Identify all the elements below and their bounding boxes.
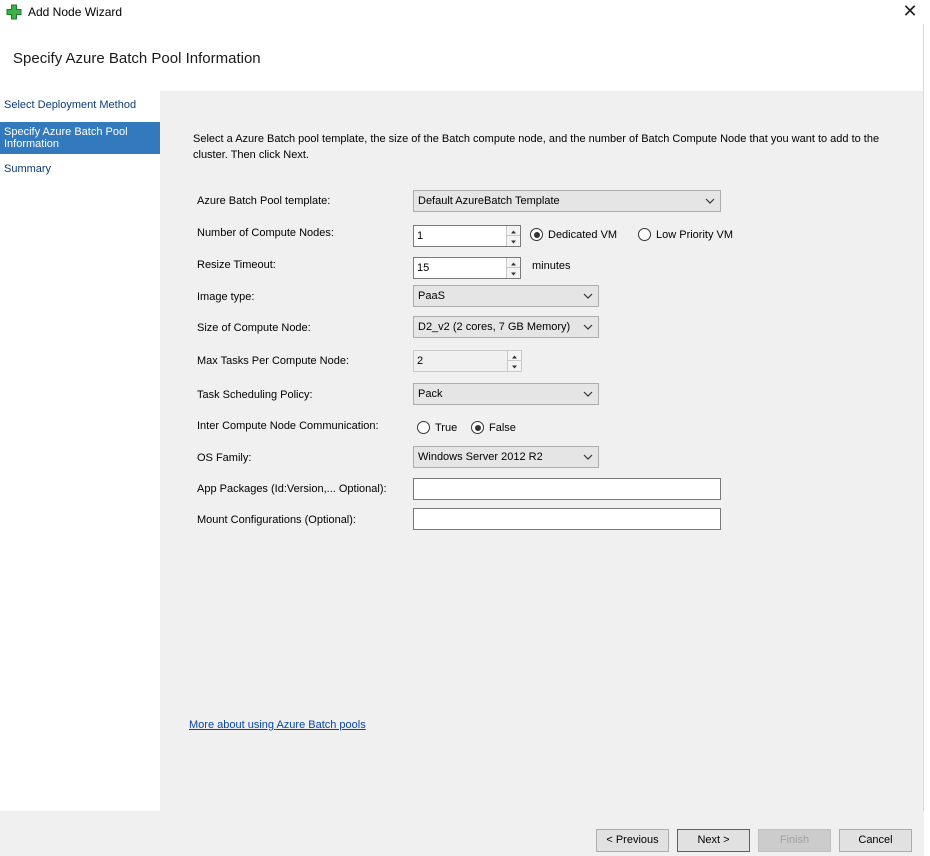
cancel-button[interactable]: Cancel bbox=[839, 829, 912, 852]
window-title: Add Node Wizard bbox=[28, 5, 123, 19]
stepper-buttons bbox=[506, 258, 520, 278]
window-edge bbox=[924, 0, 930, 856]
title-bar: Add Node Wizard ✕ bbox=[0, 0, 930, 24]
os-family-value: Windows Server 2012 R2 bbox=[418, 451, 543, 463]
pool-template-value: Default AzureBatch Template bbox=[418, 195, 560, 207]
radio-inter-node-false[interactable]: False bbox=[471, 421, 516, 434]
mount-configs-label: Mount Configurations (Optional): bbox=[197, 514, 356, 526]
image-type-value: PaaS bbox=[418, 290, 445, 302]
pool-template-label: Azure Batch Pool template: bbox=[197, 195, 331, 207]
chevron-down-icon bbox=[583, 324, 593, 330]
compute-nodes-stepper[interactable]: 1 bbox=[413, 225, 521, 247]
app-packages-input[interactable] bbox=[413, 478, 721, 500]
image-type-label: Image type: bbox=[197, 291, 255, 303]
chevron-down-icon bbox=[583, 293, 593, 299]
radio-inter-node-true-label: True bbox=[435, 421, 458, 434]
node-size-select[interactable]: D2_v2 (2 cores, 7 GB Memory) bbox=[413, 316, 599, 338]
radio-inter-node-false-label: False bbox=[489, 421, 516, 434]
chevron-down-icon bbox=[583, 454, 593, 460]
wizard-header: Specify Azure Batch Pool Information bbox=[0, 24, 924, 91]
radio-unselected-icon bbox=[417, 421, 430, 434]
stepper-up-button[interactable] bbox=[507, 226, 520, 236]
stepper-down-button[interactable] bbox=[508, 361, 521, 371]
compute-nodes-label: Number of Compute Nodes: bbox=[197, 227, 334, 239]
resize-timeout-value: 15 bbox=[417, 262, 430, 274]
max-tasks-stepper[interactable]: 2 bbox=[413, 350, 522, 372]
finish-button[interactable]: Finish bbox=[758, 829, 831, 852]
radio-low-priority-vm-label: Low Priority VM bbox=[656, 228, 734, 241]
more-about-batch-pools-link[interactable]: More about using Azure Batch pools bbox=[189, 719, 366, 731]
wizard-content: Select a Azure Batch pool template, the … bbox=[160, 91, 924, 811]
sidebar-item-summary[interactable]: Summary bbox=[0, 163, 160, 175]
close-icon: ✕ bbox=[902, 1, 918, 21]
stepper-buttons bbox=[507, 351, 521, 371]
radio-dedicated-vm-label: Dedicated VM bbox=[548, 228, 618, 241]
max-tasks-label: Max Tasks Per Compute Node: bbox=[197, 355, 350, 367]
max-tasks-value: 2 bbox=[417, 355, 424, 367]
scheduling-policy-label: Task Scheduling Policy: bbox=[197, 389, 313, 401]
stepper-down-button[interactable] bbox=[507, 236, 520, 246]
pool-template-select[interactable]: Default AzureBatch Template bbox=[413, 190, 721, 212]
os-family-select[interactable]: Windows Server 2012 R2 bbox=[413, 446, 599, 468]
radio-dedicated-vm[interactable]: Dedicated VM bbox=[530, 228, 617, 241]
chevron-down-icon bbox=[583, 391, 593, 397]
page-title: Specify Azure Batch Pool Information bbox=[13, 50, 261, 67]
scheduling-policy-value: Pack bbox=[418, 388, 443, 400]
wizard-steps-sidebar: Select Deployment Method Specify Azure B… bbox=[0, 91, 160, 811]
radio-unselected-icon bbox=[638, 228, 651, 241]
image-type-select[interactable]: PaaS bbox=[413, 285, 599, 307]
radio-low-priority-vm[interactable]: Low Priority VM bbox=[638, 228, 733, 241]
app-packages-label: App Packages (Id:Version,... Optional): bbox=[197, 483, 387, 495]
stepper-down-button[interactable] bbox=[507, 268, 520, 278]
wizard-footer: < Previous Next > Finish Cancel bbox=[0, 811, 924, 856]
inter-node-comm-label: Inter Compute Node Communication: bbox=[197, 420, 379, 432]
next-button[interactable]: Next > bbox=[677, 829, 750, 852]
mount-configs-input[interactable] bbox=[413, 508, 721, 530]
arrow-down-icon bbox=[511, 272, 516, 276]
intro-text: Select a Azure Batch pool template, the … bbox=[193, 133, 880, 161]
close-button[interactable]: ✕ bbox=[896, 1, 924, 23]
resize-timeout-stepper[interactable]: 15 bbox=[413, 257, 521, 279]
arrow-down-icon bbox=[511, 240, 516, 244]
compute-nodes-value: 1 bbox=[417, 230, 424, 242]
chevron-down-icon bbox=[705, 198, 715, 204]
resize-timeout-unit: minutes bbox=[532, 260, 571, 272]
scheduling-policy-select[interactable]: Pack bbox=[413, 383, 599, 405]
node-size-value: D2_v2 (2 cores, 7 GB Memory) bbox=[418, 321, 571, 333]
sidebar-item-select-deployment-method[interactable]: Select Deployment Method bbox=[0, 99, 160, 111]
radio-selected-icon bbox=[530, 228, 543, 241]
resize-timeout-label: Resize Timeout: bbox=[197, 259, 276, 271]
previous-button[interactable]: < Previous bbox=[596, 829, 669, 852]
stepper-buttons bbox=[506, 226, 520, 246]
arrow-down-icon bbox=[512, 365, 517, 369]
stepper-up-button[interactable] bbox=[507, 258, 520, 268]
radio-inter-node-true[interactable]: True bbox=[417, 421, 457, 434]
radio-selected-icon bbox=[471, 421, 484, 434]
os-family-label: OS Family: bbox=[197, 452, 252, 464]
add-node-icon bbox=[6, 4, 22, 20]
sidebar-item-specify-pool-info[interactable]: Specify Azure Batch Pool Information bbox=[0, 122, 160, 154]
stepper-up-button[interactable] bbox=[508, 351, 521, 361]
node-size-label: Size of Compute Node: bbox=[197, 322, 311, 334]
